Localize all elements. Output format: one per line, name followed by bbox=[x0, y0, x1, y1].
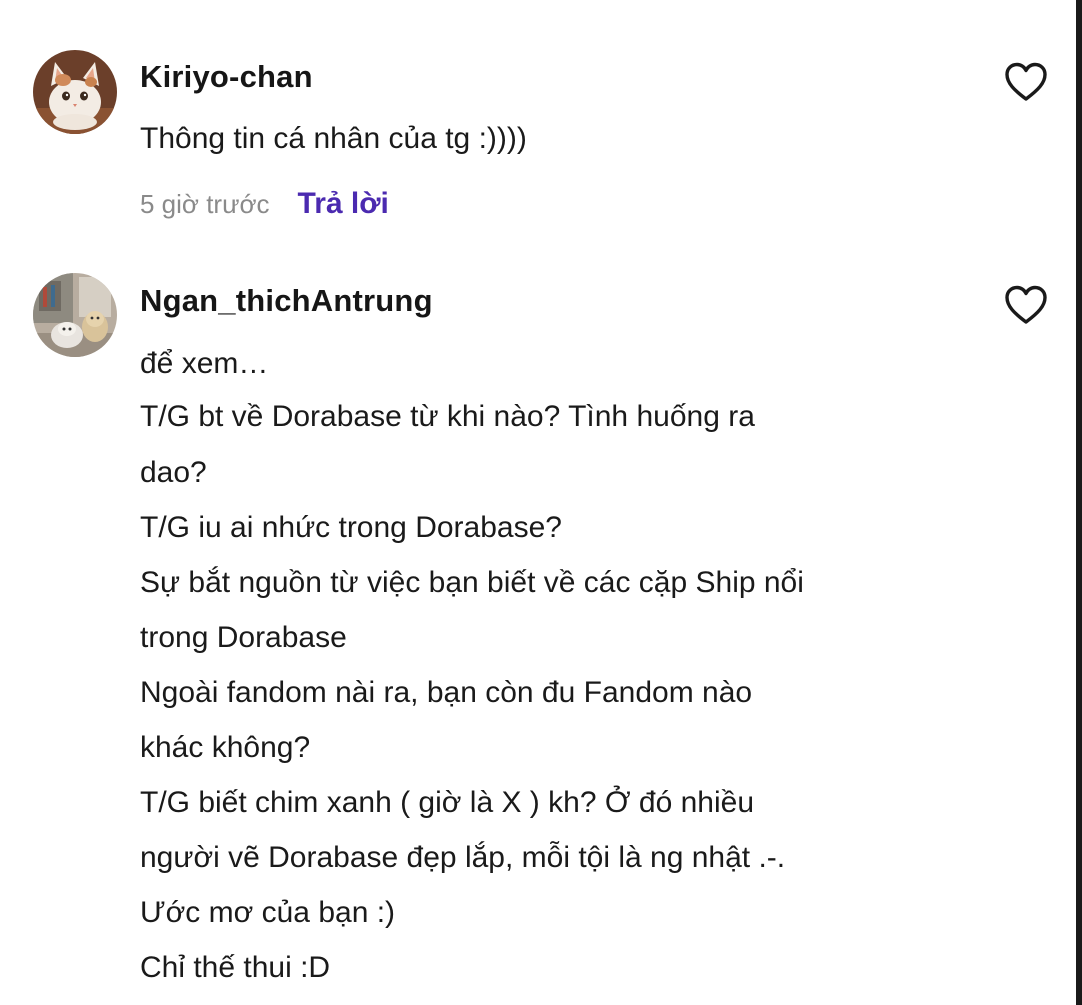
comment-text-line: để xem… bbox=[140, 347, 269, 380]
comment-text-line: khác không? bbox=[140, 731, 311, 764]
comment-text-line: trong Dorabase bbox=[140, 621, 347, 654]
heart-icon[interactable] bbox=[1004, 285, 1048, 325]
comment-text-line: Ngoài fandom nài ra, bạn còn đu Fandom n… bbox=[140, 676, 753, 709]
comment-text-line: Sự bắt nguồn từ việc bạn biết về các cặp… bbox=[140, 566, 804, 599]
comment-text-line: Chỉ thế thui :D bbox=[140, 951, 331, 984]
comment-text-line: dao? bbox=[140, 456, 207, 489]
comment-text-line: T/G biết chim xanh ( giờ là X ) kh? Ở đó… bbox=[140, 786, 755, 819]
comment-text-line: người vẽ Dorabase đẹp lắp, mỗi tội là ng… bbox=[140, 841, 786, 874]
comment-item: Ngan_thichAntrung để xem… T/G bt về Dora… bbox=[0, 0, 1076, 1005]
comment-text-line: T/G iu ai nhức trong Dorabase? bbox=[140, 511, 562, 544]
plush-avatar-icon bbox=[33, 273, 117, 357]
comment-text-line: Ước mơ của bạn :) bbox=[140, 896, 396, 929]
comment-text-line: T/G bt về Dorabase từ khi nào? Tình huốn… bbox=[140, 400, 755, 433]
window-edge bbox=[1076, 0, 1082, 1005]
avatar[interactable] bbox=[33, 273, 117, 357]
comment-username[interactable]: Ngan_thichAntrung bbox=[140, 281, 433, 321]
